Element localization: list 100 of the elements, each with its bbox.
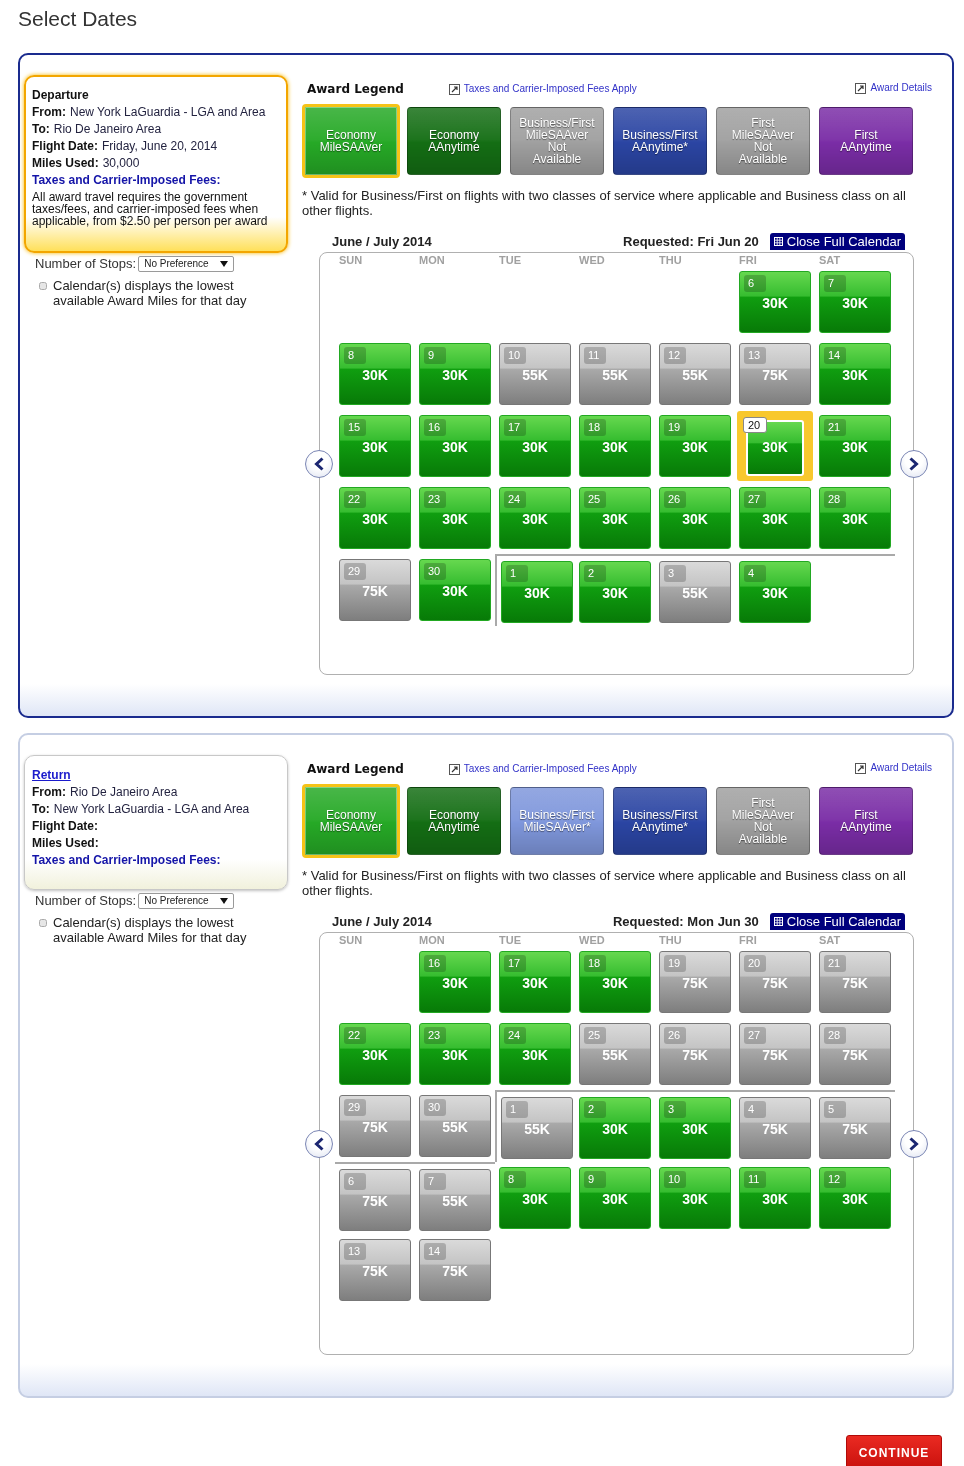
- chevron-right-icon: [909, 456, 919, 471]
- day-tile[interactable]: 3 55K: [659, 561, 731, 623]
- day-tile[interactable]: 18 30K: [579, 951, 651, 1013]
- day-tile[interactable]: 22 30K: [339, 1023, 411, 1085]
- fees-link[interactable]: Taxes and Carrier-Imposed Fees Apply: [448, 763, 637, 776]
- day-tile[interactable]: 4 75K: [739, 1097, 811, 1159]
- day-tile[interactable]: 19 75K: [659, 951, 731, 1013]
- next-month-button[interactable]: [900, 1129, 928, 1158]
- day-tile[interactable]: 16 30K: [419, 951, 491, 1013]
- previous-month-button[interactable]: [305, 1129, 333, 1158]
- field-label: Flight Date:: [32, 139, 98, 153]
- day-tile[interactable]: 6 30K: [739, 271, 811, 333]
- weekday-label: MON: [419, 254, 445, 266]
- day-tile[interactable]: 11 30K: [739, 1167, 811, 1229]
- day-tile[interactable]: 4 30K: [739, 561, 811, 623]
- day-tile[interactable]: 7 55K: [419, 1169, 491, 1231]
- day-tile[interactable]: 2 30K: [579, 561, 651, 623]
- field-value: New York LaGuardia - LGA and Area: [70, 105, 266, 119]
- checkbox[interactable]: [39, 919, 47, 927]
- legend-title: Award Legend: [307, 82, 404, 97]
- day-tile[interactable]: 6 75K: [339, 1169, 411, 1231]
- previous-month-button[interactable]: [305, 449, 333, 478]
- day-tile[interactable]: 28 75K: [819, 1023, 891, 1085]
- day-tile[interactable]: 14 30K: [819, 343, 891, 405]
- day-tile[interactable]: 23 30K: [419, 1023, 491, 1085]
- day-tile[interactable]: 10 55K: [499, 343, 571, 405]
- trip-heading: Departure: [32, 88, 89, 102]
- chevron-right-icon: [909, 1136, 919, 1151]
- award-details-link[interactable]: Award Details: [855, 82, 932, 95]
- day-tile[interactable]: 20 30K: [737, 411, 813, 481]
- day-tile[interactable]: 26 75K: [659, 1023, 731, 1085]
- legend-tile: Business/First AAnytime*: [613, 107, 707, 175]
- day-tile[interactable]: 7 30K: [819, 271, 891, 333]
- day-tile[interactable]: 9 30K: [419, 343, 491, 405]
- day-tile[interactable]: 22 30K: [339, 487, 411, 549]
- weekday-label: SAT: [819, 934, 841, 946]
- day-tile[interactable]: 8 30K: [339, 343, 411, 405]
- day-tile[interactable]: 21 75K: [819, 951, 891, 1013]
- day-tile[interactable]: 1 30K: [501, 561, 573, 623]
- day-tile[interactable]: 1 55K: [501, 1097, 573, 1159]
- day-tile[interactable]: 3 30K: [659, 1097, 731, 1159]
- day-tile[interactable]: 26 30K: [659, 487, 731, 549]
- day-tile[interactable]: 24 30K: [499, 487, 571, 549]
- legend-title: Award Legend: [307, 762, 404, 777]
- day-tile[interactable]: 12 55K: [659, 343, 731, 405]
- day-tile[interactable]: 24 30K: [499, 1023, 571, 1085]
- weekday-label: FRI: [739, 254, 757, 266]
- day-tile[interactable]: 10 30K: [659, 1167, 731, 1229]
- trip-heading-link[interactable]: Return: [32, 768, 71, 782]
- weekday-label: MON: [419, 934, 445, 946]
- checkbox[interactable]: [39, 282, 47, 290]
- award-details-link[interactable]: Award Details: [855, 762, 932, 775]
- day-tile[interactable]: 20 75K: [739, 951, 811, 1013]
- day-tile[interactable]: 14 75K: [419, 1239, 491, 1301]
- day-tile[interactable]: 17 30K: [499, 951, 571, 1013]
- stops-dropdown[interactable]: No Preference: [138, 893, 235, 909]
- day-tile[interactable]: 25 30K: [579, 487, 651, 549]
- day-tile[interactable]: 9 30K: [579, 1167, 651, 1229]
- day-tile[interactable]: 8 30K: [499, 1167, 571, 1229]
- stops-dropdown[interactable]: No Preference: [138, 256, 235, 272]
- legend-tile: First AAnytime: [819, 787, 913, 855]
- close-calendar-button[interactable]: Close Full Calendar: [769, 913, 905, 930]
- day-tile[interactable]: 25 55K: [579, 1023, 651, 1085]
- weekday-label: THU: [659, 934, 682, 946]
- day-tile[interactable]: 29 75K: [339, 559, 411, 621]
- weekday-label: TUE: [499, 934, 521, 946]
- day-tile[interactable]: 23 30K: [419, 487, 491, 549]
- close-calendar-button[interactable]: Close Full Calendar: [769, 233, 905, 250]
- field-label: From:: [32, 785, 66, 799]
- day-tile[interactable]: 30 55K: [419, 1095, 491, 1157]
- day-tile[interactable]: 17 30K: [499, 415, 571, 477]
- legend-tile: Business/First MileSAAver Not Available: [510, 107, 604, 175]
- fees-note: All award travel requires the government taxes/fees, and carrier-imposed fees when applicable, from $2.50 per person per award: [32, 191, 269, 227]
- day-tile[interactable]: 18 30K: [579, 415, 651, 477]
- next-month-button[interactable]: [900, 449, 928, 478]
- fees-label: Taxes and Carrier-Imposed Fees:: [32, 173, 221, 187]
- day-tile[interactable]: 13 75K: [739, 343, 811, 405]
- legend-tile: Economy MileSAAver: [302, 784, 400, 858]
- field-label: From:: [32, 105, 66, 119]
- day-tile[interactable]: 13 75K: [339, 1239, 411, 1301]
- day-tile[interactable]: 28 30K: [819, 487, 891, 549]
- day-tile[interactable]: 11 55K: [579, 343, 651, 405]
- field-value: Rio De Janeiro Area: [70, 785, 178, 799]
- day-tile[interactable]: 12 30K: [819, 1167, 891, 1229]
- field-value: 30,000: [102, 156, 140, 170]
- day-tile[interactable]: 16 30K: [419, 415, 491, 477]
- weekday-label: FRI: [739, 934, 757, 946]
- day-tile[interactable]: 27 75K: [739, 1023, 811, 1085]
- fees-link[interactable]: Taxes and Carrier-Imposed Fees Apply: [448, 83, 637, 96]
- day-tile[interactable]: 15 30K: [339, 415, 411, 477]
- day-tile[interactable]: 29 75K: [339, 1095, 411, 1157]
- field-label: Miles Used:: [32, 836, 99, 850]
- day-tile[interactable]: 2 30K: [579, 1097, 651, 1159]
- continue-button[interactable]: CONTINUE: [846, 1435, 942, 1466]
- day-tile[interactable]: 30 30K: [419, 559, 491, 621]
- day-tile[interactable]: 21 30K: [819, 415, 891, 477]
- chevron-left-icon: [314, 1136, 324, 1151]
- day-tile[interactable]: 27 30K: [739, 487, 811, 549]
- day-tile[interactable]: 5 75K: [819, 1097, 891, 1159]
- day-tile[interactable]: 19 30K: [659, 415, 731, 477]
